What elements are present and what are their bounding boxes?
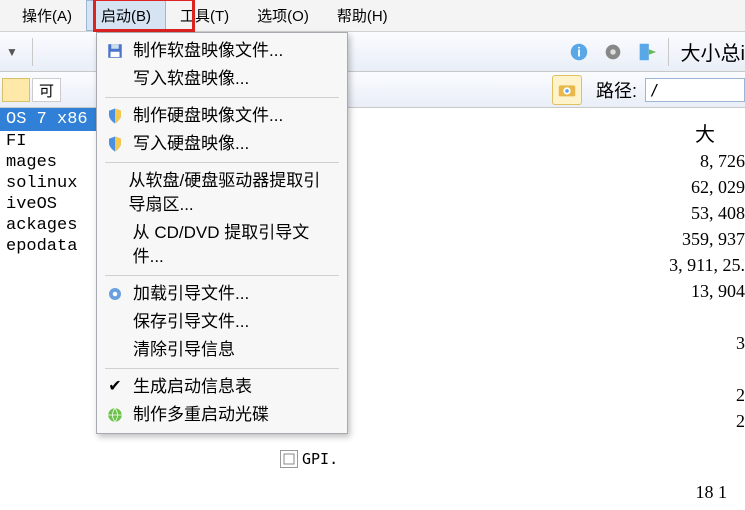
blank-icon (103, 67, 127, 91)
blank-icon (103, 233, 127, 257)
pathbar-left-button[interactable]: 可 (32, 78, 61, 102)
info-button[interactable]: i (564, 37, 594, 67)
column-header-size: 大 (695, 118, 715, 147)
globe-icon (103, 403, 127, 427)
size-value: 53, 408 (635, 200, 745, 226)
dd-separator (105, 368, 339, 369)
tree-selected-tab[interactable]: OS 7 x86 (0, 108, 96, 131)
dd-label: 保存引导文件... (133, 310, 249, 334)
check-icon: ✔ (103, 375, 127, 399)
camera-button[interactable] (552, 75, 582, 105)
dd-separator (105, 97, 339, 98)
gear-icon (103, 282, 127, 306)
pathbar-left: 可 (0, 72, 61, 108)
dd-label: 制作硬盘映像文件... (133, 104, 283, 128)
boot-dropdown: 制作软盘映像文件... 写入软盘映像... 制作硬盘映像文件... 写入硬盘映像… (96, 32, 348, 434)
size-value: 62, 029 (635, 174, 745, 200)
dd-label: 从 CD/DVD 提取引导文件... (133, 221, 337, 269)
gear-icon (602, 41, 624, 63)
svg-text:i: i (577, 44, 581, 59)
dd-label: 制作多重启动光碟 (133, 403, 269, 427)
dd-make-multiboot-disc[interactable]: 制作多重启动光碟 (99, 401, 345, 429)
dd-label: 清除引导信息 (133, 338, 235, 362)
bottom-file-row[interactable]: GPI. (280, 450, 338, 468)
size-value: 3, 911, 25. (635, 252, 745, 278)
size-total-label: 大小总i (681, 37, 745, 66)
dd-gen-boot-info-table[interactable]: ✔ 生成启动信息表 (99, 373, 345, 401)
blank-icon (103, 338, 127, 362)
path-label: 路径: (596, 77, 637, 103)
size-value: 2 (635, 382, 745, 408)
menu-tools[interactable]: 工具(T) (166, 1, 243, 30)
dd-label: 写入硬盘映像... (133, 132, 249, 156)
dd-separator (105, 275, 339, 276)
dd-make-hdd-image[interactable]: 制作硬盘映像文件... (99, 102, 345, 130)
tree-item[interactable]: mages (0, 152, 96, 173)
dd-clear-boot-info[interactable]: 清除引导信息 (99, 336, 345, 364)
size-value (635, 304, 745, 330)
tree-item[interactable]: ackages (0, 215, 96, 236)
dd-label: 加载引导文件... (133, 282, 249, 306)
dd-label: 制作软盘映像文件... (133, 39, 283, 63)
size-column: 8, 726 62, 029 53, 408 359, 937 3, 911, … (635, 148, 745, 434)
size-value: 359, 937 (635, 226, 745, 252)
dd-write-hdd-image[interactable]: 写入硬盘映像... (99, 130, 345, 158)
dd-extract-bootsector[interactable]: 从软盘/硬盘驱动器提取引导扇区... (99, 167, 345, 219)
menu-help[interactable]: 帮助(H) (323, 1, 402, 30)
menu-actions[interactable]: 操作(A) (8, 1, 86, 30)
size-value: 3 (635, 330, 745, 356)
size-value: 8, 726 (635, 148, 745, 174)
file-icon (280, 450, 298, 468)
exit-button[interactable] (632, 37, 662, 67)
bottom-size-value: 18 1 (696, 482, 728, 503)
pathbar-yellow-segment[interactable] (2, 78, 30, 102)
menubar: 操作(A) 启动(B) 工具(T) 选项(O) 帮助(H) (0, 0, 745, 32)
menu-boot[interactable]: 启动(B) (86, 0, 166, 31)
blank-icon (103, 181, 122, 205)
dd-save-boot-file[interactable]: 保存引导文件... (99, 308, 345, 336)
tree-item[interactable]: FI (0, 131, 96, 152)
size-value (635, 356, 745, 382)
floppy-icon (103, 39, 127, 63)
size-value: 2 (635, 408, 745, 434)
camera-icon (556, 79, 578, 101)
dd-separator (105, 162, 339, 163)
dd-make-floppy-image[interactable]: 制作软盘映像文件... (99, 37, 345, 65)
tree-item[interactable]: iveOS (0, 194, 96, 215)
tree-item[interactable]: epodata (0, 236, 96, 257)
shield-icon (103, 132, 127, 156)
menu-options[interactable]: 选项(O) (243, 1, 323, 30)
tree-item[interactable]: solinux (0, 173, 96, 194)
dd-label: 从软盘/硬盘驱动器提取引导扇区... (128, 169, 337, 217)
left-tree: OS 7 x86 FI mages solinux iveOS ackages … (0, 108, 96, 257)
dd-load-boot-file[interactable]: 加载引导文件... (99, 280, 345, 308)
dd-extract-from-cd[interactable]: 从 CD/DVD 提取引导文件... (99, 219, 345, 271)
path-input[interactable] (645, 78, 745, 102)
toolbar-left-dropdown[interactable]: ▼ (0, 32, 28, 72)
info-icon: i (568, 41, 590, 63)
dd-label: 写入软盘映像... (133, 67, 249, 91)
dd-write-floppy-image[interactable]: 写入软盘映像... (99, 65, 345, 93)
bottom-file-name: GPI. (302, 450, 338, 468)
size-value: 13, 904 (635, 278, 745, 304)
dd-label: 生成启动信息表 (133, 375, 252, 399)
door-exit-icon (636, 41, 658, 63)
shield-icon (103, 104, 127, 128)
settings-button[interactable] (598, 37, 628, 67)
blank-icon (103, 310, 127, 334)
